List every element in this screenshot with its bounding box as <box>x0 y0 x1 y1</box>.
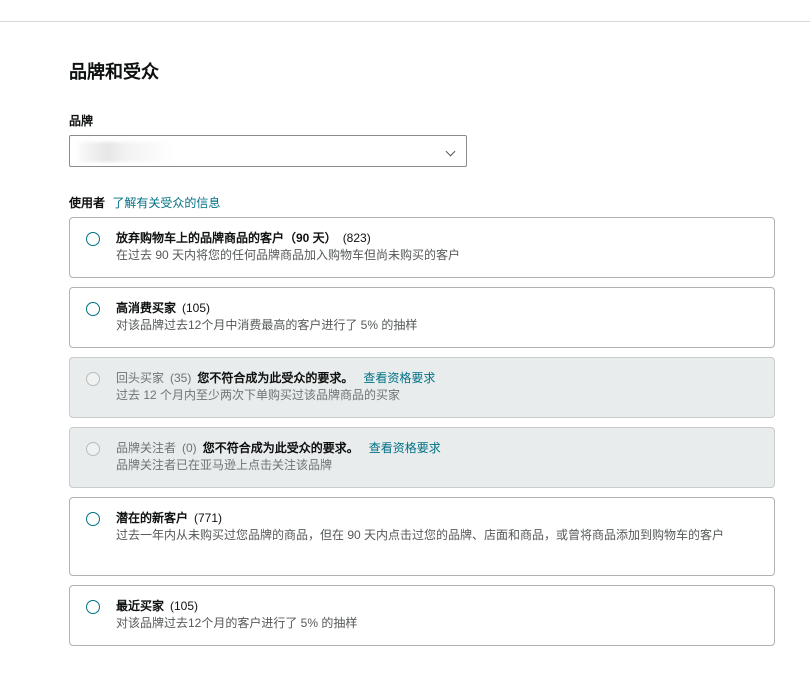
audience-count: (823) <box>342 231 371 245</box>
audience-name: 最近买家 <box>116 599 165 613</box>
audience-count: (771) <box>194 511 223 525</box>
used-by-row: 使用者 了解有关受众的信息 <box>69 194 220 211</box>
audience-name: 高消费买家 <box>116 301 177 315</box>
audience-name: 潜在的新客户 <box>116 511 189 525</box>
radio-button[interactable] <box>86 232 100 246</box>
audience-option-potential-new-customers[interactable]: 潜在的新客户 (771) 过去一年内从未购买过您品牌的商品，但在 90 天内点击过… <box>69 497 775 576</box>
audience-count: (105) <box>170 599 199 613</box>
radio-button-disabled <box>86 372 100 386</box>
section-title: 品牌和受众 <box>69 62 159 82</box>
brand-value-redacted <box>78 142 173 162</box>
audience-description: 在过去 90 天内将您的任何品牌商品加入购物车但尚未购买的客户 <box>116 248 461 262</box>
ineligible-warning: 您不符合成为此受众的要求。 <box>202 441 359 455</box>
brand-select[interactable] <box>69 135 467 167</box>
audience-description: 对该品牌过去12个月中消费最高的客户进行了 5% 的抽样 <box>116 318 418 332</box>
radio-button[interactable] <box>86 512 100 526</box>
used-by-label: 使用者 <box>69 196 106 210</box>
audience-description: 过去一年内从未购买过您品牌的商品，但在 90 天内点击过您的品牌、店面和商品，或… <box>116 528 725 542</box>
audience-count: (0) <box>182 441 197 455</box>
audience-description: 对该品牌过去12个月的客户进行了 5% 的抽样 <box>116 616 358 630</box>
view-eligibility-link[interactable]: 查看资格要求 <box>363 371 435 385</box>
audience-option-top-spenders[interactable]: 高消费买家 (105) 对该品牌过去12个月中消费最高的客户进行了 5% 的抽样 <box>69 287 775 348</box>
audience-option-recent-buyers[interactable]: 最近买家 (105) 对该品牌过去12个月的客户进行了 5% 的抽样 <box>69 585 775 646</box>
view-eligibility-link[interactable]: 查看资格要求 <box>369 441 441 455</box>
audience-name: 品牌关注者 <box>116 441 177 455</box>
audience-count: (35) <box>170 371 192 385</box>
learn-about-audiences-link[interactable]: 了解有关受众的信息 <box>112 196 220 210</box>
ineligible-warning: 您不符合成为此受众的要求。 <box>197 371 354 385</box>
audience-description: 品牌关注者已在亚马逊上点击关注该品牌 <box>116 458 333 472</box>
audience-name: 放弃购物车上的品牌商品的客户（90 天） <box>116 231 337 245</box>
audience-name: 回头买家 <box>116 371 165 385</box>
brand-label: 品牌 <box>69 114 94 128</box>
radio-button[interactable] <box>86 600 100 614</box>
audience-option-repeat-buyers: 回头买家 (35) 您不符合成为此受众的要求。 查看资格要求 过去 12 个月内至少两… <box>69 357 775 418</box>
radio-button-disabled <box>86 442 100 456</box>
audience-count: (105) <box>182 301 211 315</box>
audience-description: 过去 12 个月内至少两次下单购买过该品牌商品的买家 <box>116 388 401 402</box>
chevron-down-icon <box>445 146 456 157</box>
top-divider <box>0 21 810 22</box>
audience-option-brand-followers: 品牌关注者 (0) 您不符合成为此受众的要求。 查看资格要求 品牌关注者已在亚马逊上点… <box>69 427 775 488</box>
radio-button[interactable] <box>86 302 100 316</box>
audience-option-cart-abandoners[interactable]: 放弃购物车上的品牌商品的客户（90 天） (823) 在过去 90 天内将您的任何… <box>69 217 775 278</box>
